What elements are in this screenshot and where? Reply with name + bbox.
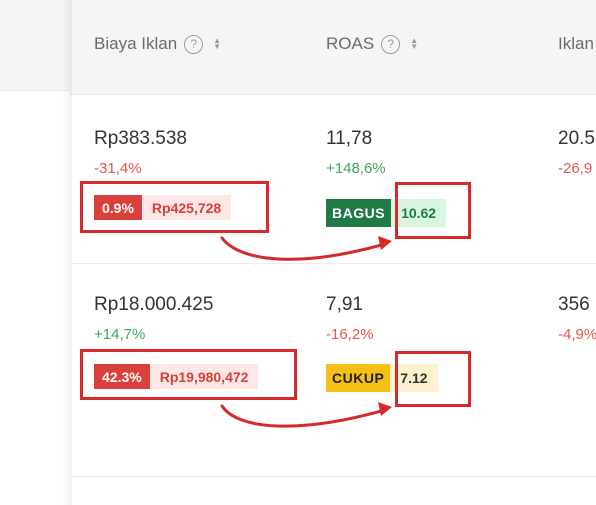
ad-cost-change: -31,4% xyxy=(94,160,142,177)
roas-change: +148,6% xyxy=(326,160,386,177)
annotation-arrow xyxy=(220,404,387,428)
column-header-roas[interactable]: ROAS ? ▲ ▼ xyxy=(326,34,418,54)
help-icon[interactable]: ? xyxy=(381,34,401,54)
table-header: Biaya Iklan ? ▲ ▼ ROAS ? ▲ ▼ Iklan xyxy=(70,0,596,95)
roas-value: 11,78 xyxy=(326,128,373,149)
sort-icon[interactable]: ▲ ▼ xyxy=(213,37,221,51)
row-divider xyxy=(70,476,596,477)
left-header xyxy=(0,0,70,90)
column-label-roas: ROAS xyxy=(326,34,375,53)
annotation-box xyxy=(80,181,269,233)
help-icon[interactable]: ? xyxy=(184,34,204,54)
roas-rating-label: BAGUS xyxy=(326,199,392,227)
arrowhead-icon xyxy=(378,402,392,416)
left-divider xyxy=(0,90,70,91)
ad-cost-value: Rp18.000.425 xyxy=(94,294,214,315)
annotation-box xyxy=(80,349,297,400)
annotation-box xyxy=(395,182,471,239)
next-column-value: 356 xyxy=(558,294,590,315)
ad-cost-change: +14,7% xyxy=(94,326,146,343)
arrowhead-icon xyxy=(378,236,392,250)
next-column-change: -26,9 xyxy=(558,160,593,177)
frozen-column-shadow xyxy=(62,0,72,505)
roas-rating-label: CUKUP xyxy=(326,364,391,392)
next-column-change: -4,9% xyxy=(558,326,596,343)
column-header-next[interactable]: Iklan xyxy=(558,34,594,54)
roas-value: 7,91 xyxy=(326,294,363,315)
ad-cost-value: Rp383.538 xyxy=(94,128,187,149)
annotation-box xyxy=(395,351,471,407)
next-column-value: 20.5 xyxy=(558,128,595,149)
annotation-arrow xyxy=(220,236,387,261)
column-label-ad-cost: Biaya Iklan xyxy=(94,34,178,53)
row-divider xyxy=(70,263,596,264)
column-header-ad-cost[interactable]: Biaya Iklan ? ▲ ▼ xyxy=(94,34,221,54)
column-label-next: Iklan xyxy=(558,34,594,53)
sort-icon[interactable]: ▲ ▼ xyxy=(410,37,418,51)
roas-change: -16,2% xyxy=(326,326,374,343)
